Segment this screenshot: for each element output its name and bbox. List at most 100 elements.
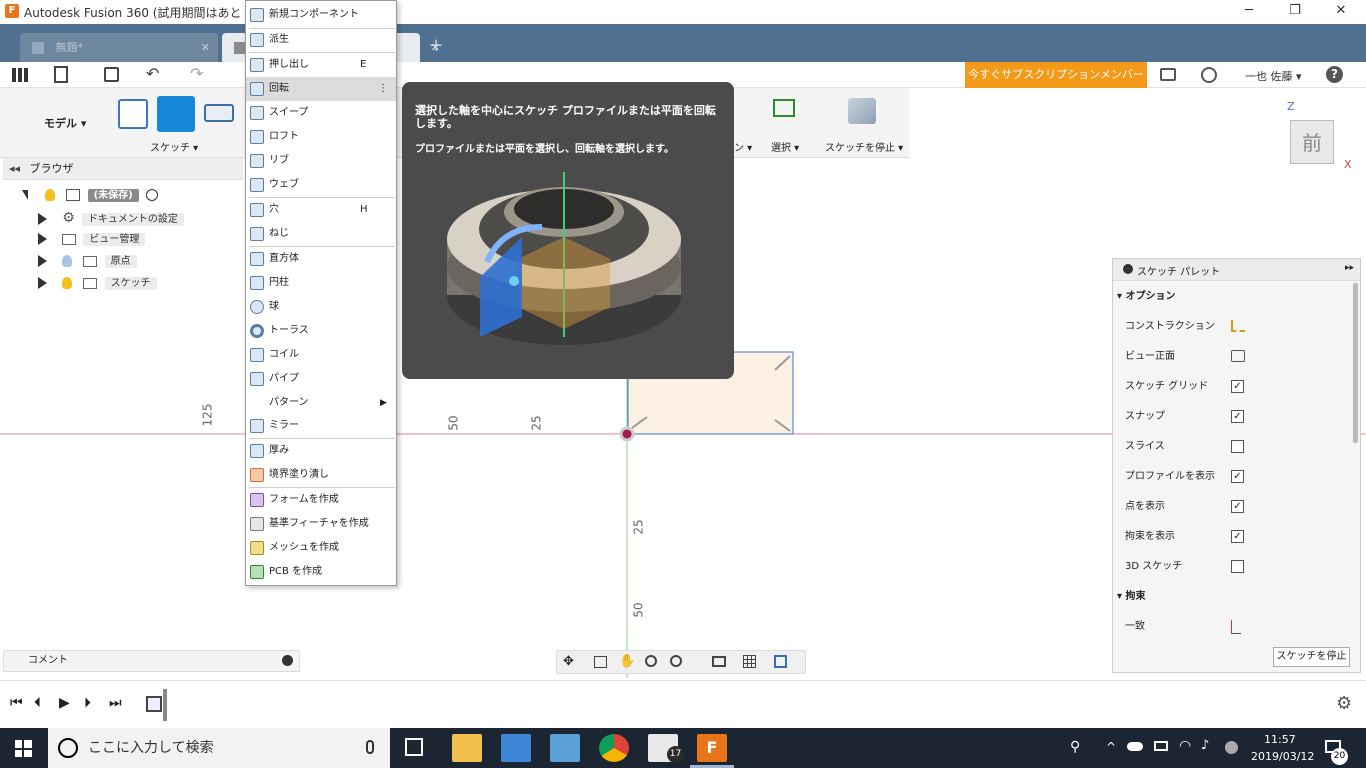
palette-row-coincident[interactable]: 一致 [1125, 617, 1241, 637]
zoom-icon[interactable] [645, 655, 657, 667]
taskbar-search-box[interactable]: ここに入力して検索 [48, 728, 390, 768]
palette-row-3d-sketch[interactable]: 3D スケッチ [1125, 557, 1244, 577]
menu-item-create-mesh[interactable]: メッシュを作成 [246, 536, 396, 560]
data-panel-grid-icon[interactable] [12, 68, 28, 82]
options-section-header[interactable]: ▾ オプション [1117, 287, 1176, 307]
lightbulb-icon[interactable] [45, 189, 56, 201]
battery-icon[interactable] [1154, 741, 1168, 751]
menu-item-boundary-fill[interactable]: 境界塗り潰し [246, 463, 396, 487]
menu-item-mirror[interactable]: ミラー [246, 414, 396, 438]
tree-item-view-manager[interactable]: ビュー管理 [38, 229, 240, 251]
menu-item-extrude[interactable]: 押し出し E [246, 53, 396, 77]
menu-item-sphere[interactable]: 球 [246, 295, 396, 319]
zoom-window-icon[interactable] [670, 655, 682, 667]
new-tab-button[interactable]: + [424, 34, 448, 58]
menu-item-hole[interactable]: 穴H [246, 198, 396, 222]
viewcube[interactable]: 前 [1290, 120, 1334, 164]
show-profile-checkbox[interactable]: ✓ [1231, 470, 1244, 483]
menu-item-cylinder[interactable]: 円柱 [246, 271, 396, 295]
show-points-checkbox[interactable]: ✓ [1231, 500, 1244, 513]
menu-item-revolve[interactable]: 回転 ⋮ [246, 77, 396, 101]
menu-item-thicken[interactable]: 厚み [246, 439, 396, 463]
minimize-button[interactable]: ─ [1226, 0, 1272, 24]
clock-time[interactable]: 11:57 [1264, 733, 1296, 746]
menu-item-torus[interactable]: トーラス [246, 319, 396, 343]
grid-settings-icon[interactable] [743, 655, 756, 668]
create-sketch-icon[interactable] [118, 99, 148, 129]
comments-panel[interactable]: コメント [3, 650, 300, 672]
palette-row-look-at[interactable]: ビュー正面 [1125, 347, 1245, 367]
step-back-icon[interactable]: ⏴ [34, 695, 41, 711]
menu-item-derive[interactable]: 派生 [246, 28, 396, 52]
play-icon[interactable]: ▶ [59, 695, 70, 711]
go-to-start-icon[interactable]: ⏮ [10, 695, 23, 711]
task-view-icon[interactable] [405, 738, 423, 756]
show-constraints-checkbox[interactable]: ✓ [1231, 530, 1244, 543]
volume-icon[interactable]: ♪ [1201, 738, 1209, 753]
menu-item-pipe[interactable]: パイプ [246, 367, 396, 391]
timeline-sketch-feature-icon[interactable] [146, 696, 162, 712]
notifications-icon[interactable] [1160, 68, 1176, 81]
sketch-grid-checkbox[interactable]: ✓ [1231, 380, 1244, 393]
fusion-taskbar-icon[interactable]: F [697, 734, 727, 762]
expand-palette-icon[interactable]: ▸▸ [1345, 263, 1354, 273]
clock-date[interactable]: 2019/03/12 [1251, 750, 1314, 763]
timeline-marker[interactable] [163, 689, 167, 721]
select-menu[interactable]: 選択 ▾ [771, 139, 799, 154]
collapse-panel-icon[interactable]: ◂◂ [9, 162, 20, 175]
more-options-icon[interactable]: ⋮ [378, 77, 388, 101]
job-status-clock-icon[interactable] [1201, 67, 1217, 83]
add-comment-icon[interactable] [282, 655, 293, 666]
microphone-icon[interactable] [366, 740, 374, 754]
chrome-icon[interactable] [599, 734, 629, 762]
construction-icon[interactable] [1231, 320, 1245, 332]
store-icon[interactable] [501, 734, 531, 762]
palette-scrollbar[interactable] [1353, 283, 1358, 443]
stop-sketch-menu[interactable]: スケッチを停止 ▾ [825, 139, 903, 154]
close-window-button[interactable]: ✕ [1318, 0, 1364, 24]
tree-item-sketches[interactable]: スケッチ [38, 273, 240, 295]
coincident-icon[interactable] [1231, 620, 1241, 634]
menu-item-create-base-feature[interactable]: 基準フィーチャを作成 [246, 512, 396, 536]
menu-item-sweep[interactable]: スイープ [246, 101, 396, 125]
orbit-icon[interactable]: ✥ [563, 654, 574, 669]
file-explorer-icon[interactable] [452, 734, 482, 762]
display-settings-icon[interactable] [712, 656, 726, 667]
maximize-button[interactable]: ❐ [1272, 0, 1318, 24]
palette-row-show-points[interactable]: 点を表示 ✓ [1125, 497, 1244, 517]
lightbulb-icon[interactable] [62, 255, 73, 267]
palette-row-construction[interactable]: コンストラクション [1125, 317, 1245, 337]
expand-triangle-icon[interactable] [38, 277, 47, 289]
step-forward-icon[interactable]: ⏵ [84, 695, 91, 711]
go-to-end-icon[interactable]: ⏭ [109, 695, 122, 711]
workspace-switcher[interactable]: モデル ▾ [44, 115, 86, 131]
timeline-settings-gear-icon[interactable]: ⚙ [1336, 693, 1352, 714]
menu-item-create-pcb[interactable]: PCB を作成 [246, 560, 396, 584]
redo-icon[interactable]: ↷ [190, 64, 203, 83]
undo-icon[interactable]: ↶ [146, 64, 159, 83]
snap-checkbox[interactable]: ✓ [1231, 410, 1244, 423]
tree-item-origin[interactable]: 原点 [38, 251, 240, 273]
stop-sketch-icon[interactable] [848, 98, 876, 124]
palette-row-show-constraints[interactable]: 拘束を表示 ✓ [1125, 527, 1244, 547]
input-mode-icon[interactable] [1225, 741, 1238, 754]
slice-checkbox[interactable] [1231, 440, 1244, 453]
expand-triangle-icon[interactable] [38, 255, 47, 267]
tray-chevron-icon[interactable]: ^ [1106, 740, 1116, 754]
menu-item-loft[interactable]: ロフト [246, 125, 396, 149]
tab-close-icon[interactable]: ✕ [201, 33, 210, 62]
sketch-menu[interactable]: スケッチ ▾ [150, 139, 198, 154]
menu-item-pattern[interactable]: パターン ▶ [246, 391, 396, 415]
palette-row-show-profile[interactable]: プロファイルを表示 ✓ [1125, 467, 1244, 487]
browser-panel-header[interactable]: ◂◂ ブラウザ [3, 158, 243, 180]
activate-radio-icon[interactable] [145, 189, 158, 201]
menu-item-thread[interactable]: ねじ [246, 222, 396, 246]
onedrive-icon[interactable] [1127, 742, 1143, 751]
tab-untitled[interactable]: 無題* ✕ [20, 33, 218, 62]
people-icon[interactable]: ⚲ [1070, 739, 1080, 755]
viewports-icon[interactable] [774, 655, 787, 668]
stop-sketch-button[interactable]: スケッチを停止 [1273, 647, 1350, 667]
expand-triangle-icon[interactable] [38, 213, 47, 225]
lightbulb-icon[interactable] [62, 277, 73, 289]
palette-row-snap[interactable]: スナップ ✓ [1125, 407, 1244, 427]
